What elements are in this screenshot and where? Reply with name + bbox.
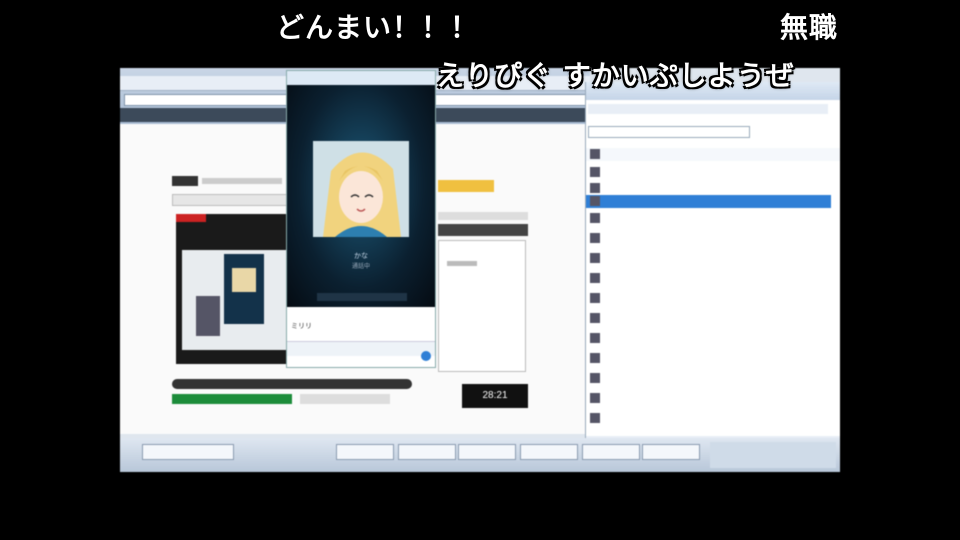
contact-row[interactable] bbox=[586, 212, 840, 225]
nested-avatar bbox=[232, 268, 256, 292]
contact-row[interactable] bbox=[586, 332, 840, 345]
caller-name: かな bbox=[354, 252, 368, 260]
comment-entry bbox=[447, 261, 477, 266]
site-nav[interactable] bbox=[202, 178, 282, 184]
contact-row[interactable] bbox=[586, 252, 840, 265]
taskbar-item[interactable] bbox=[398, 444, 456, 460]
contact-row[interactable] bbox=[586, 272, 840, 285]
site-logo bbox=[172, 176, 198, 186]
call-window-titlebar bbox=[287, 71, 435, 85]
skype-status[interactable] bbox=[588, 104, 828, 114]
contact-thumbnail bbox=[590, 373, 600, 383]
live-badge bbox=[176, 214, 206, 222]
comment-list[interactable] bbox=[438, 240, 526, 372]
contact-row[interactable] bbox=[586, 412, 840, 425]
skype-search[interactable] bbox=[588, 126, 750, 138]
contact-row[interactable] bbox=[586, 292, 840, 305]
video-feed: かな 通話中 bbox=[287, 85, 435, 307]
contact-thumbnail bbox=[590, 213, 600, 223]
contact-thumbnail bbox=[590, 293, 600, 303]
taskbar-item-skype[interactable] bbox=[582, 444, 640, 460]
contact-row[interactable] bbox=[586, 148, 840, 161]
taskbar-item[interactable] bbox=[458, 444, 516, 460]
contact-thumbnail bbox=[590, 393, 600, 403]
contact-thumbnail bbox=[590, 333, 600, 343]
taskbar-quicklaunch[interactable] bbox=[142, 444, 234, 460]
contact-thumbnail bbox=[590, 253, 600, 263]
contact-thumbnail bbox=[590, 313, 600, 323]
contact-thumbnail bbox=[590, 273, 600, 283]
desktop-screenshot: かな 通話中 ミリリ 28:21 bbox=[120, 68, 840, 472]
seek-bar[interactable] bbox=[172, 379, 412, 389]
contact-row[interactable] bbox=[586, 392, 840, 405]
contact-thumbnail bbox=[590, 353, 600, 363]
overlay-comment: 無職 bbox=[780, 11, 839, 44]
send-icon[interactable] bbox=[421, 351, 431, 361]
contact-thumbnail bbox=[590, 167, 600, 177]
skype-contacts-window bbox=[585, 82, 840, 450]
clock-widget: 28:21 bbox=[462, 384, 528, 408]
contact-row[interactable] bbox=[586, 352, 840, 365]
chat-input[interactable] bbox=[287, 341, 435, 356]
system-tray[interactable] bbox=[710, 442, 836, 468]
comment-tabs[interactable] bbox=[438, 224, 528, 236]
contact-row[interactable] bbox=[586, 372, 840, 385]
page-info bbox=[438, 212, 528, 220]
comment-submit-button[interactable] bbox=[300, 394, 390, 404]
call-status: 通話中 bbox=[351, 263, 370, 270]
contact-thumbnail bbox=[590, 183, 600, 193]
contact-avatar bbox=[313, 141, 409, 237]
contact-thumbnail bbox=[590, 196, 600, 206]
comment-input[interactable] bbox=[172, 394, 292, 404]
nested-window bbox=[196, 296, 220, 336]
nested-phone bbox=[224, 254, 264, 324]
contact-row[interactable] bbox=[586, 312, 840, 325]
contact-row-selected[interactable] bbox=[586, 195, 831, 208]
premium-button[interactable] bbox=[438, 180, 494, 192]
contact-row[interactable] bbox=[586, 166, 840, 179]
anime-avatar-image bbox=[313, 141, 409, 237]
call-controls[interactable] bbox=[317, 293, 407, 301]
contact-thumbnail bbox=[590, 233, 600, 243]
chat-message: ミリリ bbox=[291, 322, 312, 330]
video-call-window: かな 通話中 ミリリ bbox=[286, 70, 436, 368]
contact-thumbnail bbox=[590, 149, 600, 159]
overlay-comment: えりぴぐ すかいぷしようぜ bbox=[436, 59, 795, 92]
taskbar bbox=[120, 438, 840, 472]
taskbar-item[interactable] bbox=[336, 444, 394, 460]
overlay-comment: どんまい！！！ bbox=[276, 11, 480, 44]
contact-row[interactable] bbox=[586, 232, 840, 245]
taskbar-item-skype-call[interactable] bbox=[642, 444, 700, 460]
contact-thumbnail bbox=[590, 413, 600, 423]
contact-row[interactable] bbox=[586, 182, 840, 195]
taskbar-item[interactable] bbox=[520, 444, 578, 460]
